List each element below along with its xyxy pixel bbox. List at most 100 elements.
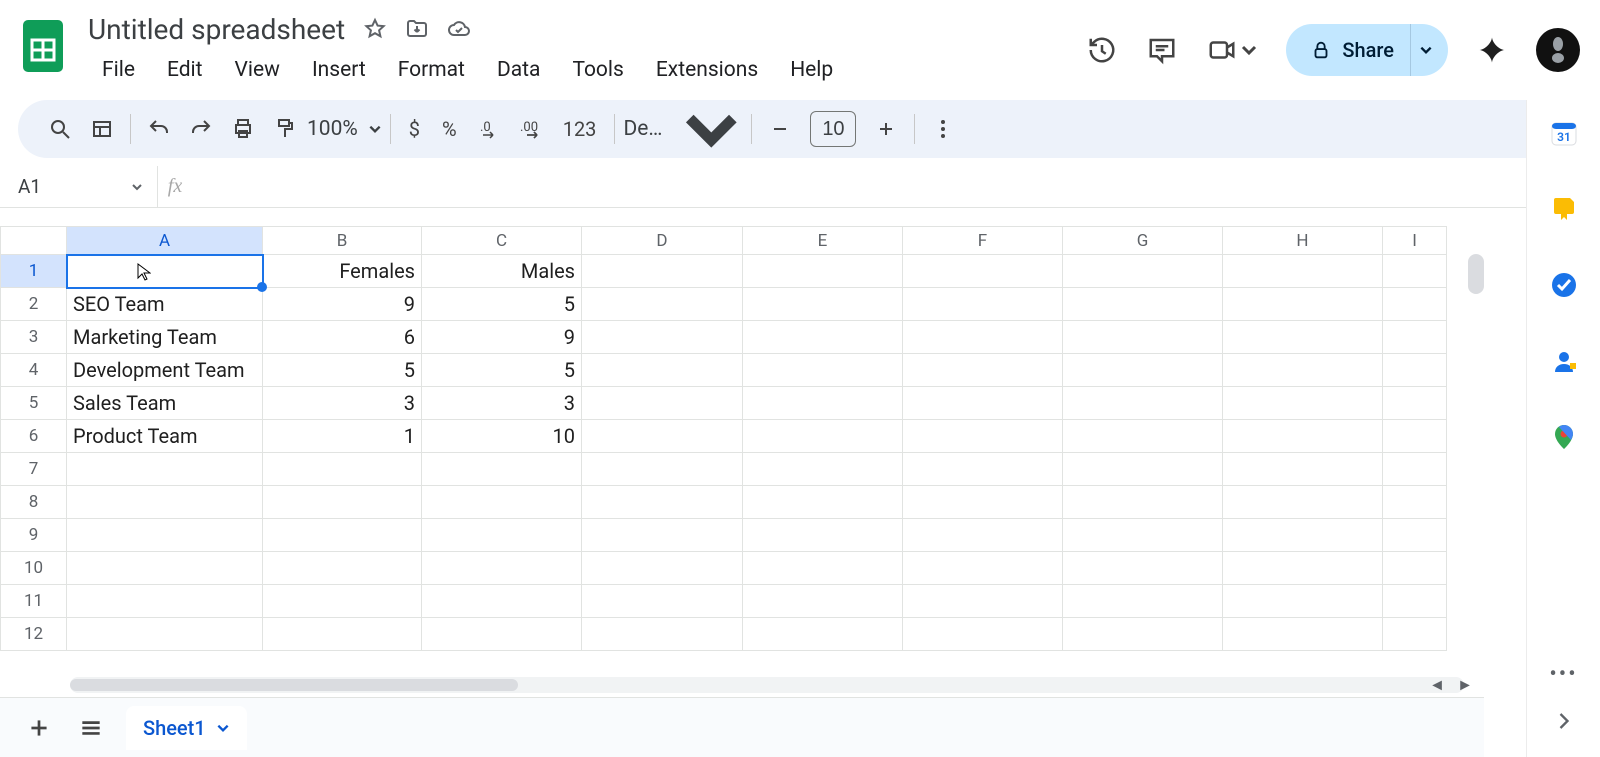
cell-C6[interactable]: 10	[422, 420, 582, 453]
cell-H8[interactable]	[1223, 486, 1383, 519]
cell-A8[interactable]	[67, 486, 263, 519]
undo-icon[interactable]	[139, 109, 179, 149]
cell-I7[interactable]	[1383, 453, 1447, 486]
cell-F2[interactable]	[903, 288, 1063, 321]
cell-B6[interactable]: 1	[263, 420, 422, 453]
row-header-1[interactable]: 1	[1, 255, 67, 288]
meet-dropdown-icon[interactable]	[1240, 34, 1258, 66]
row-header-10[interactable]: 10	[1, 552, 67, 585]
cell-I12[interactable]	[1383, 618, 1447, 651]
row-header-7[interactable]: 7	[1, 453, 67, 486]
maps-icon[interactable]	[1549, 422, 1579, 452]
more-tools-icon[interactable]	[923, 109, 963, 149]
cell-C4[interactable]: 5	[422, 354, 582, 387]
all-sheets-icon[interactable]	[74, 711, 108, 745]
row-header-3[interactable]: 3	[1, 321, 67, 354]
account-avatar[interactable]	[1536, 28, 1580, 72]
row-header-8[interactable]: 8	[1, 486, 67, 519]
hide-side-panel-icon[interactable]	[1550, 707, 1578, 735]
cell-G3[interactable]	[1063, 321, 1223, 354]
cell-F9[interactable]	[903, 519, 1063, 552]
format-currency-button[interactable]: $	[399, 109, 430, 149]
cell-H2[interactable]	[1223, 288, 1383, 321]
cell-D12[interactable]	[582, 618, 743, 651]
cell-H6[interactable]	[1223, 420, 1383, 453]
cell-D7[interactable]	[582, 453, 743, 486]
formula-input[interactable]	[192, 176, 1600, 198]
cell-G9[interactable]	[1063, 519, 1223, 552]
cell-D1[interactable]	[582, 255, 743, 288]
menu-extensions[interactable]: Extensions	[642, 54, 772, 86]
row-header-12[interactable]: 12	[1, 618, 67, 651]
paint-format-icon[interactable]	[265, 109, 305, 149]
decrease-decimal-icon[interactable]: .0	[469, 109, 509, 149]
cell-E10[interactable]	[743, 552, 903, 585]
cell-F6[interactable]	[903, 420, 1063, 453]
cell-A2[interactable]: SEO Team	[67, 288, 263, 321]
menu-format[interactable]: Format	[384, 54, 479, 86]
cell-H11[interactable]	[1223, 585, 1383, 618]
cell-C9[interactable]	[422, 519, 582, 552]
cell-F5[interactable]	[903, 387, 1063, 420]
cell-E3[interactable]	[743, 321, 903, 354]
vertical-scrollbar[interactable]	[1468, 254, 1484, 294]
move-icon[interactable]	[405, 17, 429, 41]
font-size-input[interactable]	[810, 111, 856, 147]
cell-B4[interactable]: 5	[263, 354, 422, 387]
cell-C8[interactable]	[422, 486, 582, 519]
col-header-C[interactable]: C	[422, 227, 582, 255]
add-sheet-icon[interactable]	[22, 711, 56, 745]
cell-C10[interactable]	[422, 552, 582, 585]
cell-D5[interactable]	[582, 387, 743, 420]
cell-I3[interactable]	[1383, 321, 1447, 354]
cell-F4[interactable]	[903, 354, 1063, 387]
cell-D8[interactable]	[582, 486, 743, 519]
cell-C1[interactable]: Males	[422, 255, 582, 288]
col-header-A[interactable]: A	[67, 227, 263, 255]
cell-D10[interactable]	[582, 552, 743, 585]
cell-B9[interactable]	[263, 519, 422, 552]
menu-edit[interactable]: Edit	[153, 54, 217, 86]
cell-B7[interactable]	[263, 453, 422, 486]
tab-scroll-left-icon[interactable]: ◄	[1426, 677, 1448, 693]
cell-C7[interactable]	[422, 453, 582, 486]
search-icon[interactable]	[40, 109, 80, 149]
col-header-E[interactable]: E	[743, 227, 903, 255]
cell-G4[interactable]	[1063, 354, 1223, 387]
cell-B11[interactable]	[263, 585, 422, 618]
cell-A4[interactable]: Development Team	[67, 354, 263, 387]
font-size-minus-icon[interactable]	[760, 109, 800, 149]
star-icon[interactable]	[363, 17, 387, 41]
cell-A7[interactable]	[67, 453, 263, 486]
cell-G5[interactable]	[1063, 387, 1223, 420]
cell-G12[interactable]	[1063, 618, 1223, 651]
cell-I1[interactable]	[1383, 255, 1447, 288]
menu-file[interactable]: File	[88, 54, 149, 86]
cell-F8[interactable]	[903, 486, 1063, 519]
cell-H5[interactable]	[1223, 387, 1383, 420]
cell-I4[interactable]	[1383, 354, 1447, 387]
table-views-icon[interactable]	[82, 109, 122, 149]
cell-E1[interactable]	[743, 255, 903, 288]
tasks-icon[interactable]	[1549, 270, 1579, 300]
cloud-status-icon[interactable]	[447, 17, 471, 41]
format-123-button[interactable]: 123	[553, 109, 607, 149]
format-percent-button[interactable]: %	[432, 109, 467, 149]
cell-A3[interactable]: Marketing Team	[67, 321, 263, 354]
row-header-9[interactable]: 9	[1, 519, 67, 552]
cell-F3[interactable]	[903, 321, 1063, 354]
menu-help[interactable]: Help	[776, 54, 847, 86]
redo-icon[interactable]	[181, 109, 221, 149]
cell-H10[interactable]	[1223, 552, 1383, 585]
cell-B10[interactable]	[263, 552, 422, 585]
cell-G8[interactable]	[1063, 486, 1223, 519]
meet-icon[interactable]	[1206, 34, 1238, 66]
print-icon[interactable]	[223, 109, 263, 149]
cell-A1[interactable]	[67, 255, 263, 288]
row-header-6[interactable]: 6	[1, 420, 67, 453]
cell-F7[interactable]	[903, 453, 1063, 486]
cell-E6[interactable]	[743, 420, 903, 453]
keep-icon[interactable]	[1549, 194, 1579, 224]
col-header-B[interactable]: B	[263, 227, 422, 255]
cell-I6[interactable]	[1383, 420, 1447, 453]
